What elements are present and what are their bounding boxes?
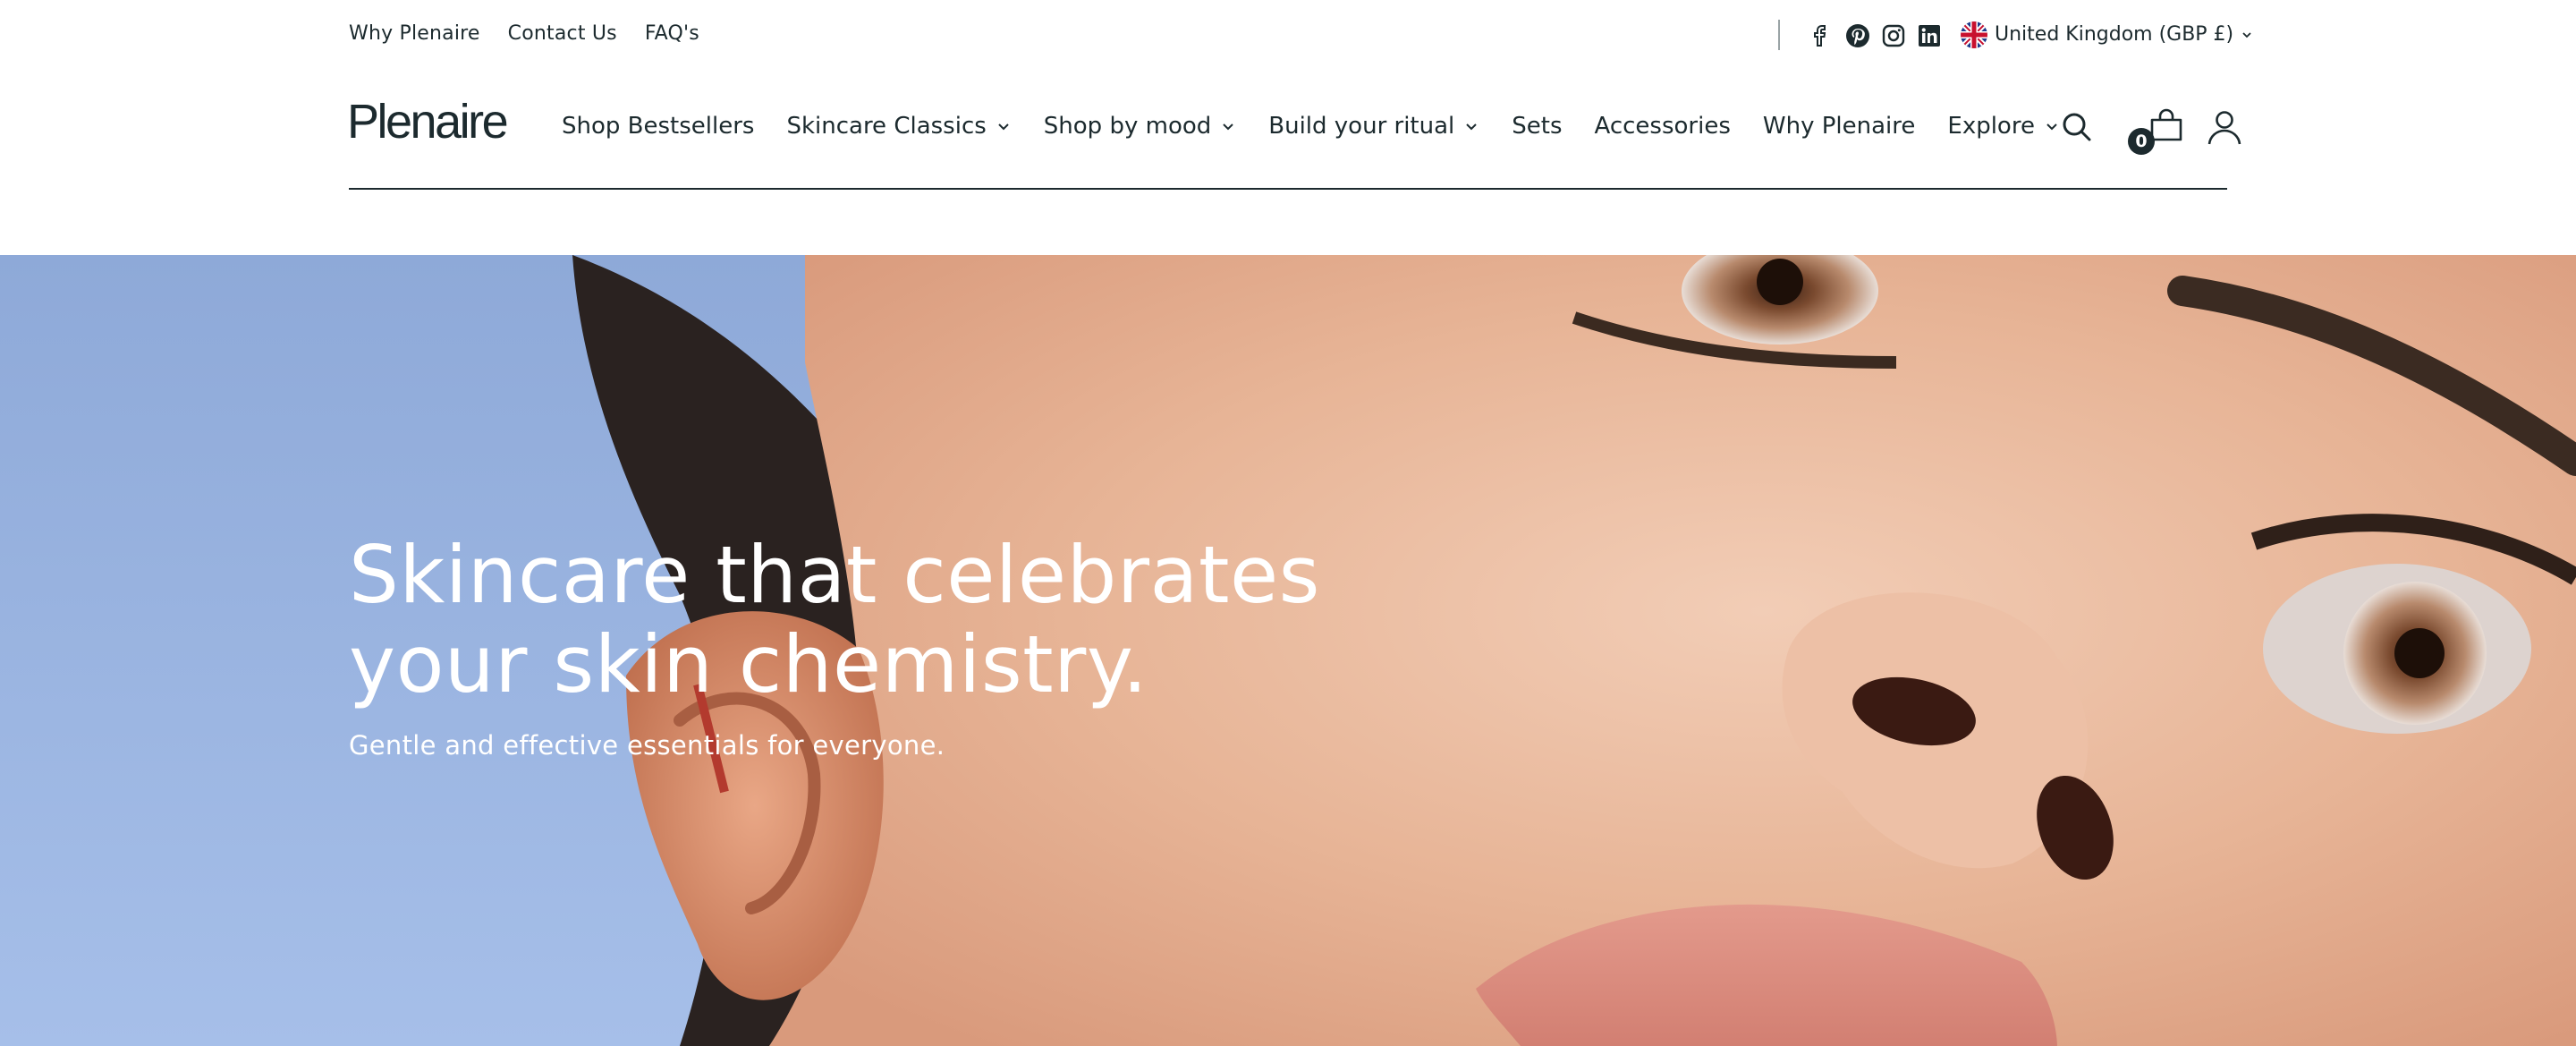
chevron-down-icon bbox=[2046, 123, 2057, 131]
hero-text: Skincare that celebrates your skin chemi… bbox=[349, 531, 1333, 763]
nav-item-explore[interactable]: Explore bbox=[1947, 110, 2060, 142]
hero-heading-line-2: your skin chemistry. bbox=[349, 618, 1148, 710]
header-divider bbox=[349, 188, 2227, 190]
linkedin-icon[interactable] bbox=[1916, 22, 1943, 49]
nav-item-label: Build your ritual bbox=[1268, 113, 1455, 140]
nav-item-label: Shop Bestsellers bbox=[562, 113, 755, 140]
nav-item-label: Sets bbox=[1512, 113, 1563, 140]
hero-subheading: Gentle and effective essentials for ever… bbox=[349, 730, 945, 761]
facebook-icon[interactable] bbox=[1809, 22, 1835, 49]
locale-label: United Kingdom (GBP £) bbox=[1995, 23, 2234, 46]
nav-item-skincare-classics[interactable]: Skincare Classics bbox=[786, 110, 1011, 142]
nav-item-accessories[interactable]: Accessories bbox=[1595, 110, 1731, 142]
uk-flag-icon bbox=[1961, 21, 1987, 48]
main-header: Plenaire Shop Bestsellers Skincare Class… bbox=[0, 70, 2576, 191]
search-icon[interactable] bbox=[2059, 109, 2095, 145]
pinterest-icon[interactable] bbox=[1844, 22, 1871, 49]
instagram-icon[interactable] bbox=[1880, 22, 1907, 49]
brand-logo[interactable]: Plenaire bbox=[347, 95, 509, 149]
chevron-down-icon bbox=[1466, 123, 1477, 131]
nav-item-label: Skincare Classics bbox=[786, 113, 987, 140]
nav-item-shop-by-mood[interactable]: Shop by mood bbox=[1044, 110, 1236, 142]
chevron-down-icon bbox=[998, 123, 1009, 131]
locale-selector[interactable]: United Kingdom (GBP £) bbox=[1961, 20, 2253, 50]
hero-banner[interactable]: Skincare that celebrates your skin chemi… bbox=[0, 255, 2576, 1046]
hero-heading-line-1: Skincare that celebrates bbox=[349, 529, 1320, 621]
utility-link-faqs[interactable]: FAQ's bbox=[645, 20, 699, 48]
nav-item-label: Why Plenaire bbox=[1762, 113, 1916, 140]
nav-item-label: Shop by mood bbox=[1043, 113, 1212, 140]
chevron-down-icon bbox=[1223, 123, 1233, 131]
utility-divider bbox=[1778, 20, 1780, 50]
nav-item-label: Accessories bbox=[1594, 113, 1731, 140]
main-nav: Shop Bestsellers Skincare Classics Shop … bbox=[562, 110, 2092, 142]
hero-heading: Skincare that celebrates your skin chemi… bbox=[349, 531, 1333, 710]
utility-links: Why Plenaire Contact Us FAQ's bbox=[349, 20, 699, 48]
nav-item-why-plenaire[interactable]: Why Plenaire bbox=[1763, 110, 1916, 142]
account-icon[interactable] bbox=[2205, 107, 2244, 147]
social-links bbox=[1809, 22, 1943, 49]
utility-bar: Why Plenaire Contact Us FAQ's United Kin… bbox=[0, 0, 2576, 70]
utility-link-why-plenaire[interactable]: Why Plenaire bbox=[349, 20, 480, 48]
nav-item-sets[interactable]: Sets bbox=[1512, 110, 1562, 142]
cart-count-badge: 0 bbox=[2128, 128, 2155, 155]
nav-item-shop-bestsellers[interactable]: Shop Bestsellers bbox=[562, 110, 754, 142]
utility-link-contact-us[interactable]: Contact Us bbox=[508, 20, 617, 48]
nav-item-label: Explore bbox=[1947, 113, 2035, 140]
chevron-down-icon bbox=[2242, 32, 2251, 38]
nav-item-build-your-ritual[interactable]: Build your ritual bbox=[1268, 110, 1479, 142]
